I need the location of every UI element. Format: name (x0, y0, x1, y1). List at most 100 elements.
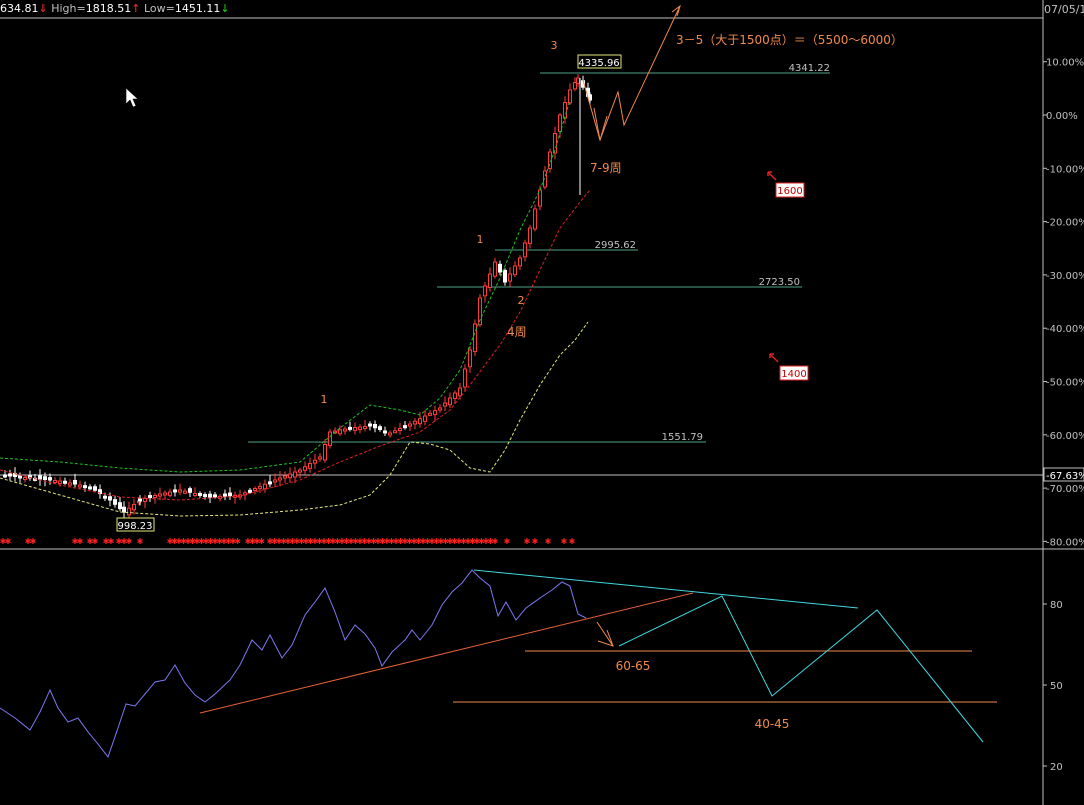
candle-body (453, 392, 457, 400)
candle-body (108, 496, 112, 501)
marker-label-b: 1400 (781, 369, 806, 380)
price-axis-label: 0.00% (1046, 111, 1078, 122)
price-axis-label: -60.00% (1046, 431, 1084, 442)
price-axis-label: -30.00% (1046, 271, 1084, 282)
signal-star: ✱ (92, 537, 99, 546)
weeks-annotation-b: 4周 (507, 325, 527, 339)
candle-body (118, 502, 122, 510)
candle-body (568, 89, 572, 104)
candle-body (348, 426, 352, 430)
candle-body (398, 428, 402, 431)
candle-body (103, 495, 107, 499)
candle-body (223, 493, 227, 497)
indicator-axis-label: 20 (1050, 762, 1063, 773)
candle-body (518, 257, 522, 267)
price-axis-label: -80.00% (1046, 537, 1084, 548)
marker-label-a: 1600 (777, 186, 802, 197)
candle-body (458, 387, 462, 397)
candle-body (122, 506, 126, 513)
candle-body (508, 273, 512, 282)
level-label: 2995.62 (595, 240, 636, 251)
candle-body (413, 420, 417, 425)
indicator-projection (618, 595, 984, 743)
candle-body (558, 114, 562, 133)
candle-body (132, 504, 136, 511)
current-level-label: -67.63% (1046, 471, 1084, 482)
signal-star: ✱ (108, 537, 115, 546)
low-point-label: 998.23 (118, 521, 153, 532)
level-label: 2723.50 (759, 277, 800, 288)
signal-star: ✱ (561, 537, 568, 546)
candle-body (208, 493, 212, 498)
signal-star: ✱ (569, 537, 576, 546)
candle-body (308, 463, 312, 469)
low-arrow-icon: ↓ (220, 2, 230, 15)
candle-body (373, 424, 377, 429)
header-high-label: High= (51, 2, 86, 15)
header-up-icon: ⇓ (38, 2, 48, 15)
candle-body (418, 418, 422, 425)
candle-body (338, 429, 342, 435)
candle-body (423, 415, 427, 422)
candle-body (163, 492, 167, 496)
marker-arrow (769, 353, 779, 363)
signal-star: ✱ (545, 537, 552, 546)
candle-body (253, 488, 257, 491)
candle-body (83, 485, 87, 489)
candle-body (53, 480, 57, 483)
candle-body (188, 488, 192, 493)
signal-star: ✱ (137, 537, 144, 546)
candle-body (203, 494, 207, 498)
candle-body (113, 499, 117, 505)
candle-body (183, 490, 187, 494)
candle-body (438, 407, 442, 411)
level-label: 4341.22 (789, 63, 830, 74)
candle-body (328, 431, 332, 447)
candle-body (3, 474, 7, 478)
candle-body (127, 507, 131, 516)
upper-trendline (473, 569, 859, 609)
candle-body (288, 473, 292, 479)
candle-body (493, 261, 497, 277)
candle-body (273, 479, 277, 483)
candle-body (143, 498, 147, 502)
signal-star: ✱ (77, 537, 84, 546)
candle-body (258, 485, 262, 489)
candle-body (93, 486, 97, 491)
header-value: 634.81 (0, 2, 39, 15)
candle-body (213, 494, 217, 498)
wave-label: 1 (477, 233, 484, 246)
candle-body (393, 430, 397, 434)
candle-body (293, 471, 297, 478)
header-low-label: Low= (143, 2, 175, 15)
signal-star: ✱ (126, 537, 133, 546)
level-label: 1551.79 (662, 432, 703, 443)
high-arrow-icon: ↑ (131, 2, 141, 15)
candle-body (498, 263, 502, 273)
candle-body (173, 489, 177, 493)
candle-body (473, 323, 477, 352)
indicator-line (0, 569, 587, 759)
candle-body (428, 412, 432, 416)
candle-body (563, 102, 567, 119)
candle-body (353, 427, 357, 431)
candle-body (168, 491, 172, 496)
candle-body (63, 480, 67, 484)
price-axis-label: -40.00% (1046, 324, 1084, 335)
candle-body (283, 475, 287, 479)
candle-body (88, 486, 92, 490)
candle-body (523, 242, 527, 258)
candle-body (378, 426, 382, 431)
candle-body (528, 227, 532, 244)
header-quote: 634.81⇓ High=1818.51↑ Low=1451.11↓ (0, 2, 230, 15)
weeks-annotation-a: 7-9周 (590, 161, 622, 175)
candle-body (408, 423, 412, 427)
moving-average-line (0, 189, 591, 501)
signal-star: ✱ (532, 537, 539, 546)
price-axis-label: -10.00% (1046, 164, 1084, 175)
candle-body (303, 466, 307, 471)
stock-chart: 10.00% 0.00% -10.00% -20.00% -30.00% -40.00% -… (0, 0, 1084, 805)
candle-body (68, 482, 72, 486)
candle-body (228, 492, 232, 497)
candle-body (383, 430, 387, 434)
